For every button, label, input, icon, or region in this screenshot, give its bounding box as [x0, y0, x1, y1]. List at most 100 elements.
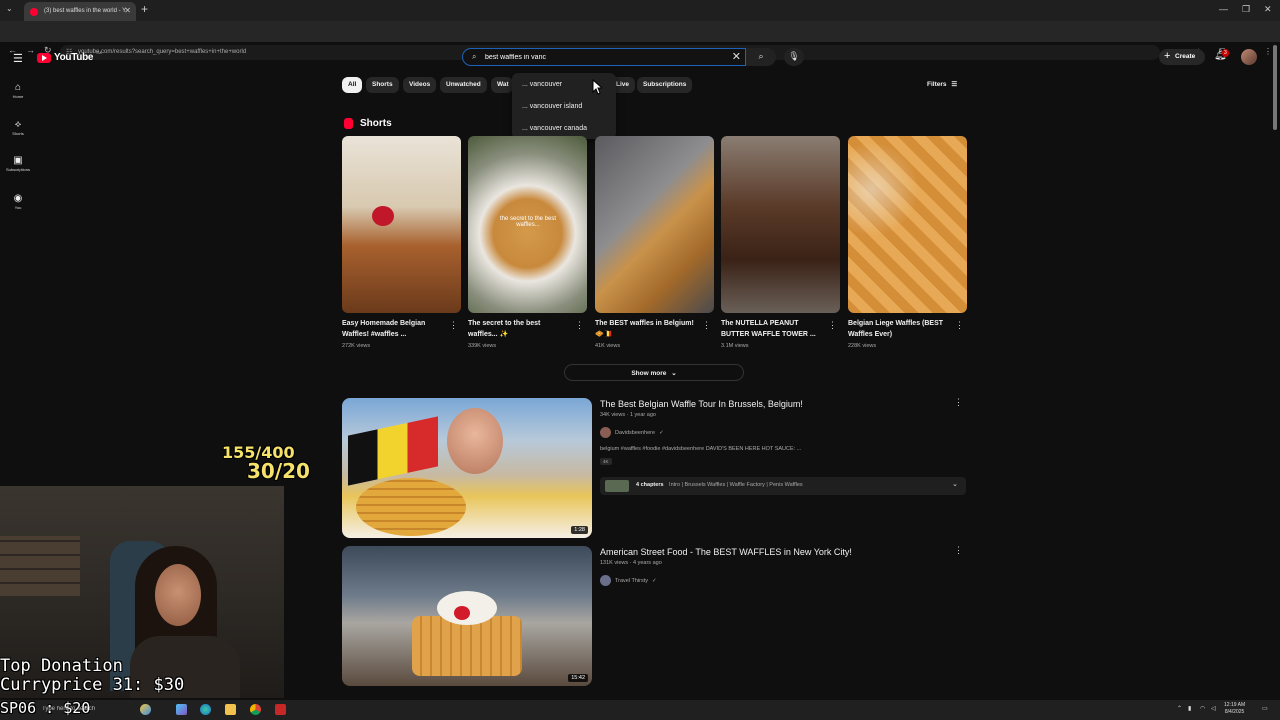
chapters-bar[interactable]: 4 chapters Intro | Brussels Waffles | Wa…	[600, 477, 966, 495]
tray-chevron-icon[interactable]: ⌃	[1177, 705, 1182, 712]
more-actions-icon[interactable]: ⋮	[828, 320, 837, 331]
video-meta: 131K views · 4 years ago	[600, 560, 662, 566]
video-title[interactable]: American Street Food - The BEST WAFFLES …	[600, 547, 852, 557]
sidebar-item-shorts[interactable]: ⟡ Shorts	[0, 119, 36, 136]
channel-avatar	[600, 427, 611, 438]
chip-all[interactable]: All	[342, 77, 363, 93]
short-thumbnail[interactable]	[721, 136, 840, 313]
short-title[interactable]: The secret to the best waffles... ✨	[468, 319, 570, 340]
country-code: CA	[96, 50, 102, 55]
tab-title: (3) best waffles in the world - Y	[44, 8, 127, 14]
channel-name: Davidsbeenhere	[615, 429, 656, 436]
chapters-list: Intro | Brussels Waffles | Waffle Factor…	[669, 482, 803, 488]
clock-time: 12:19 AM	[1224, 702, 1246, 708]
tab-menu-icon[interactable]: ⌄	[6, 4, 13, 13]
short-overlay-text: the secret to the best waffles...	[499, 216, 557, 228]
chip-watched[interactable]: Wat	[491, 77, 513, 93]
short-title[interactable]: The BEST waffles in Belgium! 🧇🇧🇪	[595, 319, 697, 340]
filters-icon: ☰	[951, 81, 958, 88]
belgian-flag-image	[348, 416, 438, 486]
sidebar-item-home[interactable]: ⌂ Home	[0, 82, 36, 99]
short-views: 3.1M views	[721, 343, 749, 349]
maximize-icon[interactable]: ❐	[1242, 4, 1250, 15]
shelf-image	[0, 536, 80, 596]
filters-label: Filters	[927, 81, 947, 88]
channel-link[interactable]: Travel Thirsty ✓	[600, 575, 657, 586]
chip-subscriptions[interactable]: Subscriptions	[637, 77, 693, 93]
shorts-section-icon	[344, 118, 353, 129]
suggestion-item[interactable]: ... vancouver	[522, 81, 562, 88]
chip-videos[interactable]: Videos	[403, 77, 437, 93]
more-actions-icon[interactable]: ⋮	[955, 320, 964, 331]
chevron-down-icon: ⌄	[671, 370, 677, 377]
suggestion-item[interactable]: ... vancouver island	[522, 103, 582, 110]
notification-center-icon[interactable]: ▭	[1262, 705, 1268, 712]
minimize-icon[interactable]: —	[1219, 4, 1228, 14]
notification-badge: 3	[1222, 49, 1229, 57]
mouse-cursor-icon	[592, 79, 602, 95]
sidebar-item-subscriptions[interactable]: ▣ Subscriptions	[0, 155, 36, 172]
home-icon: ⌂	[14, 82, 22, 93]
channel-link[interactable]: Davidsbeenhere ✓	[600, 427, 664, 438]
hamburger-menu-icon[interactable]: ☰	[13, 52, 23, 65]
strawberry-image	[454, 606, 470, 620]
streaming-app-icon[interactable]	[275, 704, 286, 715]
sidebar-item-you[interactable]: ◉ You	[0, 193, 36, 210]
more-actions-icon[interactable]: ⋮	[954, 397, 963, 408]
youtube-logo[interactable]: YouTube CA	[37, 50, 102, 63]
search-box[interactable]: ⌕ ✕	[462, 48, 746, 66]
apps-icon[interactable]	[176, 704, 187, 715]
new-tab-button[interactable]: +	[141, 2, 148, 16]
verified-icon: ✓	[652, 577, 657, 584]
forward-icon[interactable]: →	[26, 45, 35, 55]
taskbar-search-text[interactable]: Type here to search	[42, 706, 108, 712]
chip-unwatched[interactable]: Unwatched	[440, 77, 487, 93]
more-actions-icon[interactable]: ⋮	[449, 320, 458, 331]
short-title[interactable]: Belgian Liege Waffles (BEST Waffles Ever…	[848, 319, 950, 340]
clock-date: 8/4/2025	[1224, 709, 1245, 715]
create-button[interactable]: + Create	[1159, 49, 1205, 65]
youtube-play-icon	[37, 52, 51, 63]
short-thumbnail[interactable]	[595, 136, 714, 313]
short-thumbnail[interactable]	[342, 136, 461, 313]
more-actions-icon[interactable]: ⋮	[954, 545, 963, 556]
file-explorer-icon[interactable]	[225, 704, 236, 715]
chapters-count: 4 chapters	[636, 482, 664, 488]
top-donation-title: Top Donation	[0, 656, 123, 676]
short-thumbnail[interactable]: the secret to the best waffles...	[468, 136, 587, 313]
taskbar-clock[interactable]: 12:19 AM 8/4/2025	[1224, 702, 1245, 716]
chrome-icon[interactable]	[250, 704, 261, 715]
suggestion-item[interactable]: ... vancouver canada	[522, 125, 587, 132]
page-scrollbar[interactable]	[1273, 45, 1277, 130]
video-thumbnail[interactable]: 1:28	[342, 398, 592, 538]
wifi-icon[interactable]: ◠	[1200, 705, 1205, 712]
close-tab-icon[interactable]: ✕	[124, 6, 131, 15]
search-icon: ⌕	[472, 52, 477, 61]
edge-icon[interactable]	[200, 704, 211, 715]
more-actions-icon[interactable]: ⋮	[575, 320, 584, 331]
browser-tab[interactable]: (3) best waffles in the world - Y ✕	[24, 2, 136, 21]
search-button[interactable]: ⌕	[746, 48, 776, 66]
channel-avatar	[600, 575, 611, 586]
short-title[interactable]: The NUTELLA PEANUT BUTTER WAFFLE TOWER .…	[721, 319, 823, 340]
chevron-down-icon[interactable]: ⌄	[952, 480, 958, 488]
voice-search-button[interactable]: 🎙	[784, 48, 804, 66]
account-avatar[interactable]	[1241, 49, 1257, 65]
short-thumbnail[interactable]	[848, 136, 967, 313]
filters-button[interactable]: Filters ☰	[927, 80, 957, 88]
video-description: belgium #waffles #foodie #davidsbeenhere…	[600, 446, 802, 452]
waffle-image	[412, 616, 522, 676]
channel-name: Travel Thirsty	[615, 577, 649, 584]
short-title[interactable]: Easy Homemade Belgian Waffles! #waffles …	[342, 319, 444, 340]
close-window-icon[interactable]: ✕	[1264, 4, 1272, 15]
clear-search-icon[interactable]: ✕	[732, 50, 741, 63]
copilot-icon[interactable]	[140, 704, 151, 715]
volume-icon[interactable]: ◁	[1211, 705, 1216, 712]
more-actions-icon[interactable]: ⋮	[702, 320, 711, 331]
search-input[interactable]	[485, 51, 725, 64]
chip-shorts[interactable]: Shorts	[366, 77, 399, 93]
show-more-button[interactable]: Show more ⌄	[564, 364, 744, 381]
video-thumbnail[interactable]: 15:42	[342, 546, 592, 686]
video-title[interactable]: The Best Belgian Waffle Tour In Brussels…	[600, 399, 803, 409]
browser-menu-icon[interactable]: ⋮	[1264, 47, 1272, 56]
